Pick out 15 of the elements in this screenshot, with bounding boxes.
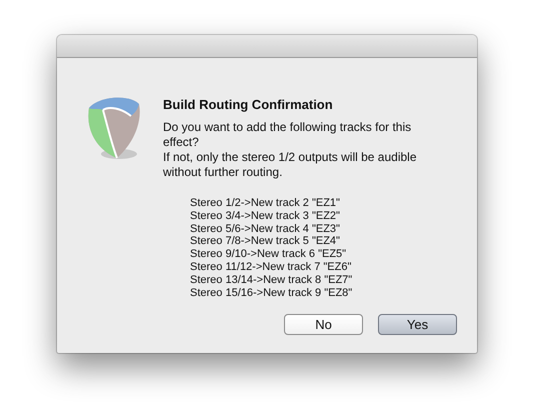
track-mapping-text: Stereo 1/2->New track 2 "EZ1" [190, 197, 341, 210]
track-mapping-text: Stereo 13/14->New track 8 "EZ7" [190, 274, 354, 287]
track-mapping-text: Stereo 11/12->New track 7 "EZ6" [190, 260, 352, 274]
track-mapping-text: Stereo 9/10->New track 6 "EZ5" [190, 248, 348, 261]
no-button[interactable]: No [284, 314, 363, 336]
dialog-title: Build Routing Confirmation [163, 97, 334, 112]
message-text: effect? [163, 135, 200, 150]
track-mapping-text: Stereo 7/8->New track 5 "EZ4" [190, 235, 341, 248]
message-text: without further routing. [163, 165, 284, 180]
track-mapping-text: Stereo 3/4->New track 3 "EZ2" [190, 210, 341, 223]
track-mapping-text: Stereo 5/6->New track 4 "EZ3" [190, 222, 341, 236]
track-mapping-text: Stereo 15/16->New track 9 "EZ8" [190, 286, 354, 300]
message-text: If not, only the stereo 1/2 outputs will be audible [163, 150, 416, 165]
yes-button[interactable]: Yes [378, 314, 457, 336]
message-text: Do you want to add the following tracks for this [163, 120, 412, 135]
